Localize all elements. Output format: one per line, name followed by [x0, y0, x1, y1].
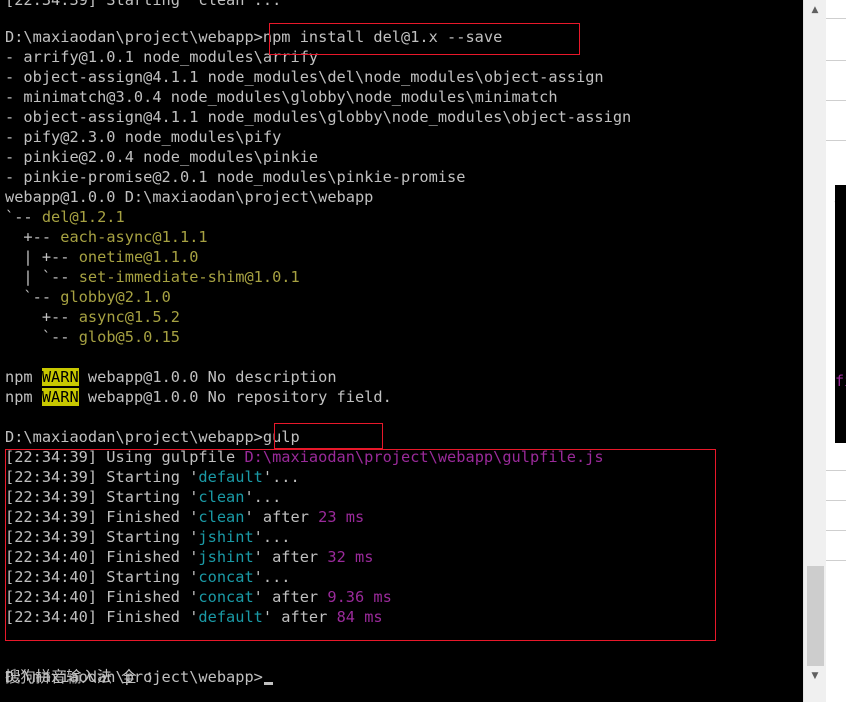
- terminal-text: async@1.5.2: [78, 308, 180, 326]
- terminal-text: | +--: [5, 248, 79, 266]
- divider: [826, 530, 846, 531]
- terminal-line: - pinkie@2.0.4 node_modules\pinkie: [5, 147, 318, 167]
- text-cursor: [263, 682, 273, 685]
- terminal-text: globby@2.1.0: [60, 288, 171, 306]
- divider: [826, 470, 846, 471]
- terminal-line: - pify@2.3.0 node_modules\pify: [5, 127, 281, 147]
- terminal-line: D:\maxiaodan\project\webapp>gulp: [5, 427, 300, 447]
- terminal-text: - pinkie@2.0.4 node_modules\pinkie: [5, 148, 319, 166]
- terminal-text: webapp@1.0.0 No description: [78, 368, 337, 386]
- terminal-line: `-- glob@5.0.15: [5, 327, 180, 347]
- vertical-scrollbar[interactable]: ▲ ▼: [803, 0, 827, 702]
- divider: [826, 100, 846, 101]
- triangle-up-icon[interactable]: ▲: [806, 2, 824, 18]
- divider: [826, 560, 846, 561]
- divider: [826, 18, 846, 19]
- terminal-line: - minimatch@3.0.4 node_modules\globby\no…: [5, 87, 558, 107]
- terminal-line: webapp@1.0.0 D:\maxiaodan\project\webapp: [5, 187, 373, 207]
- npm-install-highlight-box: [269, 23, 580, 55]
- ime-status-bar: 搜狗拼音输入法 全 ：: [5, 668, 162, 686]
- terminal-line: - object-assign@4.1.1 node_modules\globb…: [5, 107, 631, 127]
- terminal-line: `-- del@1.2.1: [5, 207, 125, 227]
- warn-badge: WARN: [41, 388, 79, 406]
- terminal-text: glob@5.0.15: [78, 328, 180, 346]
- background-text-fragment: ve: [834, 196, 846, 214]
- gulp-command-highlight-box: [274, 423, 383, 449]
- terminal-text: npm: [5, 368, 42, 386]
- terminal-text: - object-assign@4.1.1 node_modules\del\n…: [5, 68, 604, 86]
- terminal-text: D:\maxiaodan\project\webapp>gulp: [5, 428, 300, 446]
- terminal-line: | `-- set-immediate-shim@1.0.1: [5, 267, 300, 287]
- terminal-line: | +-- onetime@1.1.0: [5, 247, 198, 267]
- terminal-text: - pinkie-promise@2.0.1 node_modules\pink…: [5, 168, 466, 186]
- terminal-line: - object-assign@4.1.1 node_modules\del\n…: [5, 67, 604, 87]
- terminal-text: webapp@1.0.0 No repository field.: [78, 388, 392, 406]
- gulp-output-highlight-box: [5, 449, 716, 641]
- triangle-down-icon[interactable]: ▼: [806, 668, 824, 684]
- terminal-text: webapp@1.0.0 D:\maxiaodan\project\webapp: [5, 188, 374, 206]
- terminal-text: - minimatch@3.0.4 node_modules\globby\no…: [5, 88, 558, 106]
- terminal-text: - object-assign@4.1.1 node_modules\globb…: [5, 108, 632, 126]
- terminal-text: - pify@2.3.0 node_modules\pify: [5, 128, 282, 146]
- terminal-text: | `--: [5, 268, 79, 286]
- terminal-text: set-immediate-shim@1.0.1: [78, 268, 300, 286]
- terminal-text: npm: [5, 388, 42, 406]
- warn-badge: WARN: [41, 368, 79, 386]
- divider: [826, 60, 846, 61]
- background-text-fragment: fi: [835, 372, 846, 390]
- terminal-partial-line: [22:34:39] Starting 'clean'...: [5, 0, 282, 9]
- terminal-window[interactable]: [22:34:39] Starting 'clean'... D:\maxiao…: [0, 0, 803, 702]
- terminal-text: del@1.2.1: [41, 208, 125, 226]
- terminal-line: +-- async@1.5.2: [5, 307, 180, 327]
- terminal-text: +--: [5, 308, 79, 326]
- terminal-text: each-async@1.1.1: [60, 228, 208, 246]
- terminal-text: `--: [5, 288, 61, 306]
- terminal-text: `--: [5, 208, 42, 226]
- divider: [826, 140, 846, 141]
- scrollbar-thumb[interactable]: [807, 566, 824, 666]
- terminal-text: +--: [5, 228, 61, 246]
- terminal-line: - pinkie-promise@2.0.1 node_modules\pink…: [5, 167, 465, 187]
- terminal-text: onetime@1.1.0: [78, 248, 199, 266]
- terminal-line: `-- globby@2.1.0: [5, 287, 171, 307]
- terminal-line: +-- each-async@1.1.1: [5, 227, 208, 247]
- terminal-line: npm WARN webapp@1.0.0 No repository fiel…: [5, 387, 392, 407]
- terminal-line: npm WARN webapp@1.0.0 No description: [5, 367, 337, 387]
- background-window-edge: ve fi: [826, 0, 846, 702]
- background-terminal-fragment: [835, 185, 846, 443]
- divider: [826, 500, 846, 501]
- terminal-text: `--: [5, 328, 79, 346]
